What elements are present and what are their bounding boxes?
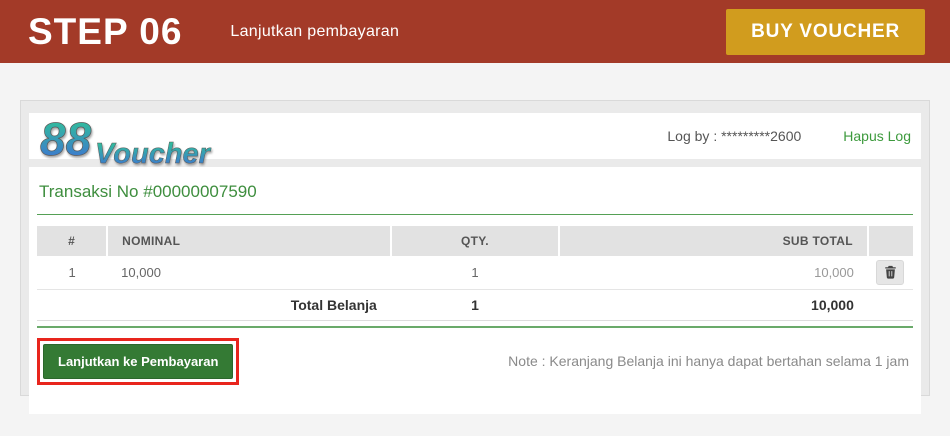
col-header-num: #: [37, 226, 107, 256]
cell-action: [868, 256, 913, 289]
total-empty-action: [868, 289, 913, 320]
checkout-card: 88 Voucher Log by : *********2600 Hapus …: [20, 100, 930, 396]
step-description: Lanjutkan pembayaran: [230, 23, 399, 41]
col-header-nominal: NOMINAL: [107, 226, 391, 256]
cell-nominal: 10,000: [107, 256, 391, 289]
trash-icon: [884, 265, 897, 279]
hapus-log-link[interactable]: Hapus Log: [843, 128, 911, 144]
logo-text-88: 88: [40, 114, 92, 165]
transaction-title: Transaksi No #00000007590: [37, 180, 913, 215]
session-bar: Log by : *********2600 Hapus Log: [667, 128, 911, 144]
transaction-panel: Transaksi No #00000007590 # NOMINAL QTY.…: [29, 167, 921, 414]
total-qty: 1: [391, 289, 559, 320]
cell-subtotal: 10,000: [559, 256, 868, 289]
delete-item-button[interactable]: [876, 260, 904, 285]
highlight-annotation-box: Lanjutkan ke Pembayaran: [37, 338, 239, 385]
panel-footer: Lanjutkan ke Pembayaran Note : Keranjang…: [37, 328, 913, 385]
total-subtotal: 10,000: [559, 289, 868, 320]
cart-row: 1 10,000 1 10,000: [37, 256, 913, 289]
total-empty-num: [37, 289, 107, 320]
cell-qty: 1: [391, 256, 559, 289]
cell-row-number: 1: [37, 256, 107, 289]
buy-voucher-button[interactable]: BUY VOUCHER: [726, 9, 925, 55]
cart-table: # NOMINAL QTY. SUB TOTAL 1 10,000 1 10,0…: [37, 226, 913, 321]
step-title: STEP 06: [28, 11, 182, 53]
cart-expiry-note: Note : Keranjang Belanja ini hanya dapat…: [508, 353, 913, 369]
step-header: STEP 06 Lanjutkan pembayaran BUY VOUCHER: [0, 0, 950, 63]
col-header-qty: QTY.: [391, 226, 559, 256]
logo-text-voucher: Voucher: [95, 138, 212, 168]
total-label: Total Belanja: [107, 289, 391, 320]
voucher88-logo: 88 Voucher: [37, 114, 247, 168]
col-header-action: [868, 226, 913, 256]
log-by-text: Log by : *********2600: [667, 128, 801, 144]
cart-table-header-row: # NOMINAL QTY. SUB TOTAL: [37, 226, 913, 256]
logo-bar: 88 Voucher Log by : *********2600 Hapus …: [29, 113, 921, 159]
continue-payment-button[interactable]: Lanjutkan ke Pembayaran: [43, 344, 233, 379]
total-row: Total Belanja 1 10,000: [37, 289, 913, 320]
col-header-subtotal: SUB TOTAL: [559, 226, 868, 256]
